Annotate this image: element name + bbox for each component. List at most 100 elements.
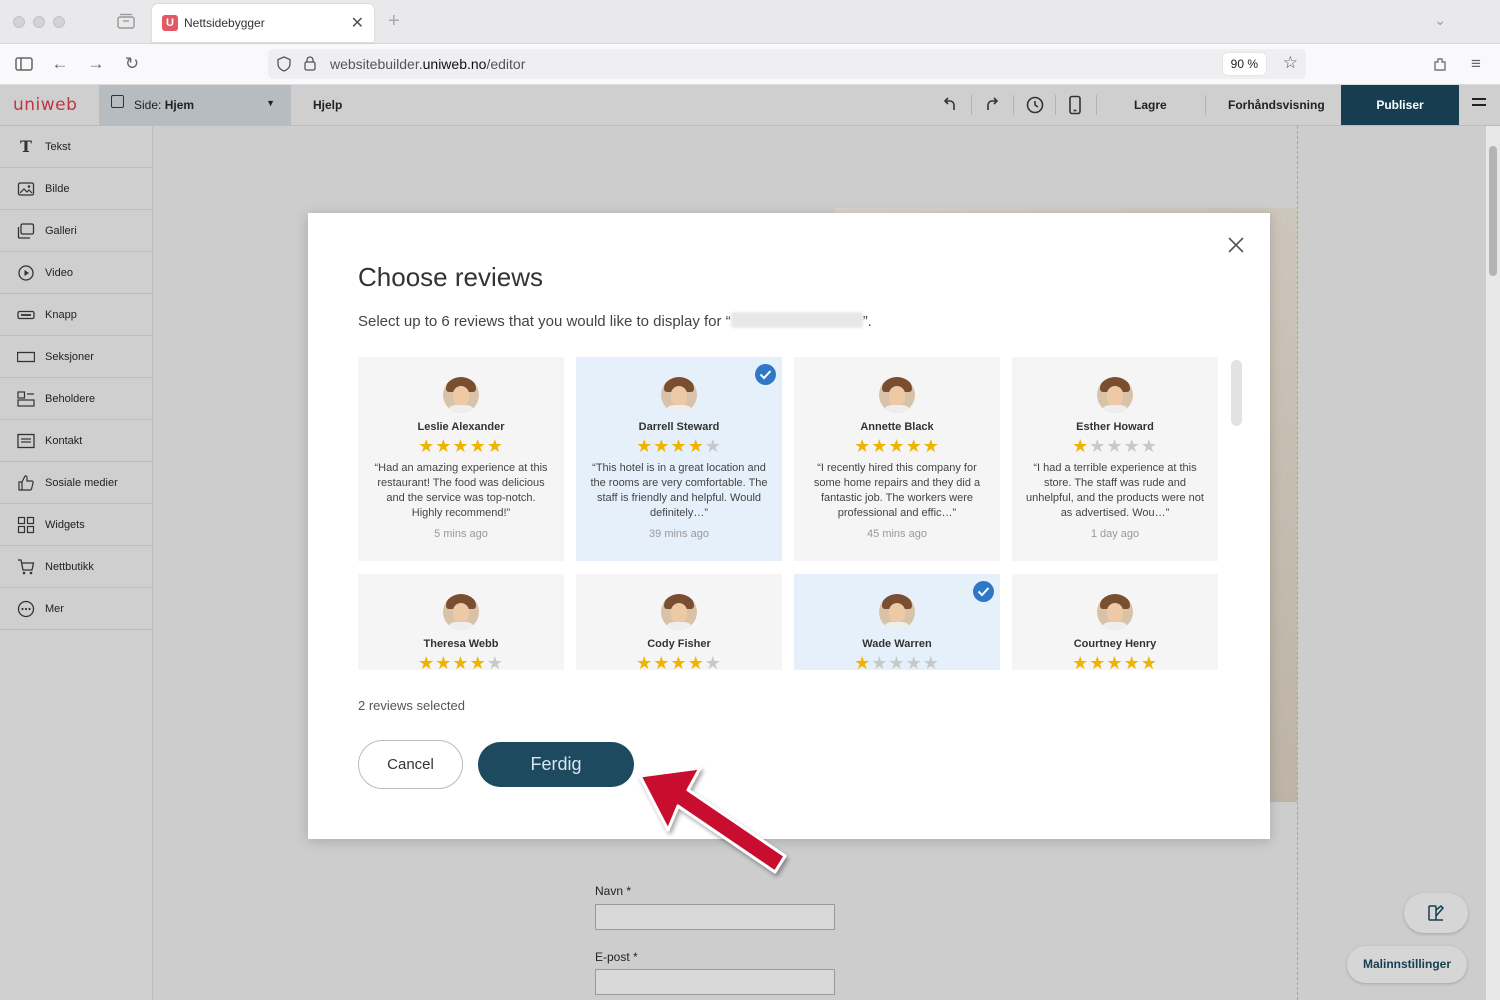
star-icon: ★	[854, 436, 872, 457]
canvas-scrollbar[interactable]	[1486, 126, 1500, 1000]
sidebar-item-sosiale-medier[interactable]: Sosiale medier	[0, 462, 152, 504]
tab-title: Nettsidebygger	[184, 16, 265, 30]
star-icon: ★	[435, 436, 453, 457]
history-icon[interactable]	[1024, 94, 1046, 116]
reviewer-name: Esther Howard	[1076, 421, 1154, 433]
review-card[interactable]: Cody Fisher ★★★★★	[576, 574, 782, 670]
app-menu-icon[interactable]: ≡	[1466, 54, 1486, 74]
template-settings-button[interactable]: Malinnstillinger	[1347, 946, 1467, 983]
close-icon[interactable]	[1226, 235, 1246, 255]
save-button[interactable]: Lagre	[1134, 98, 1167, 112]
forward-icon[interactable]: →	[86, 54, 106, 74]
url-text[interactable]: websitebuilder.uniweb.no/editor	[330, 56, 525, 72]
tab-close-icon[interactable]: ✕	[351, 13, 364, 33]
sidebar-item-nettbutikk[interactable]: Nettbutikk	[0, 546, 152, 588]
tab-favicon-icon: U	[162, 15, 178, 31]
star-icon: ★	[905, 653, 923, 671]
preview-button[interactable]: Forhåndsvisning	[1228, 98, 1325, 112]
browser-nav-bar: ← → ↻ websitebuilder.uniweb.no/editor 90…	[0, 44, 1500, 85]
star-icon: ★	[486, 653, 504, 671]
review-card[interactable]: Darrell Steward ★★★★★ “This hotel is in a …	[576, 357, 782, 561]
star-icon: ★	[452, 653, 470, 671]
star-icon: ★	[418, 436, 436, 457]
browser-tab[interactable]: U Nettsidebygger ✕	[152, 4, 374, 42]
review-card[interactable]: Wade Warren ★★★★★	[794, 574, 1000, 670]
sidebar-item-widgets[interactable]: Widgets	[0, 504, 152, 546]
sidebar-item-label: Sosiale medier	[45, 477, 118, 489]
publish-button[interactable]: Publiser	[1341, 85, 1459, 125]
subtitle-text: Select up to 6 reviews that you would li…	[358, 313, 731, 330]
review-card[interactable]: Esther Howard ★★★★★ “I had a terrible expe…	[1012, 357, 1218, 561]
tab-overview-icon[interactable]	[117, 13, 135, 29]
review-grid-scrollbar[interactable]	[1231, 360, 1242, 426]
form-name-input[interactable]	[595, 904, 835, 930]
review-time: 5 mins ago	[434, 528, 488, 540]
star-icon: ★	[687, 436, 705, 457]
reviewer-name: Theresa Webb	[423, 638, 499, 650]
sidebar-item-knapp[interactable]: Knapp	[0, 294, 152, 336]
scrollbar-thumb[interactable]	[1489, 146, 1497, 276]
address-bar[interactable]: websitebuilder.uniweb.no/editor 90 % ☆	[268, 49, 1306, 79]
window-zoom-dot[interactable]	[53, 16, 65, 28]
sidebar-item-bilde[interactable]: Bilde	[0, 168, 152, 210]
sidebar-toggle-icon[interactable]	[14, 54, 34, 74]
review-card[interactable]: Annette Black ★★★★★ “I recently hired this…	[794, 357, 1000, 561]
star-rating: ★★★★★	[576, 654, 782, 671]
lock-icon[interactable]	[303, 55, 317, 72]
page-selector[interactable]: Side: Hjem ▼	[99, 85, 291, 125]
window-minimize-dot[interactable]	[33, 16, 45, 28]
avatar	[661, 594, 697, 630]
star-icon: ★	[469, 436, 487, 457]
sidebar-item-seksjoner[interactable]: Seksjoner	[0, 336, 152, 378]
avatar	[1097, 377, 1133, 413]
star-icon: ★	[905, 436, 923, 457]
star-icon: ★	[1106, 653, 1124, 671]
back-icon[interactable]: ←	[50, 54, 70, 74]
review-card[interactable]: Theresa Webb ★★★★★	[358, 574, 564, 670]
cancel-button[interactable]: Cancel	[358, 740, 463, 789]
design-tools-button[interactable]	[1404, 893, 1468, 933]
hamburger-menu-icon[interactable]	[1472, 98, 1486, 112]
bookmark-star-icon[interactable]: ☆	[1283, 53, 1298, 73]
sidebar-item-galleri[interactable]: Galleri	[0, 210, 152, 252]
undo-icon[interactable]	[939, 94, 961, 116]
form-email-input[interactable]	[595, 969, 835, 995]
video-icon	[18, 265, 34, 281]
review-card[interactable]: Leslie Alexander ★★★★★ “Had an amazing exp…	[358, 357, 564, 561]
uniweb-logo: uniweb	[13, 95, 78, 115]
window-close-dot[interactable]	[13, 16, 25, 28]
star-icon: ★	[1072, 653, 1090, 671]
reviewer-name: Leslie Alexander	[417, 421, 505, 433]
caret-down-icon: ▼	[266, 98, 275, 108]
choose-reviews-modal: Choose reviews Select up to 6 reviews th…	[308, 213, 1270, 839]
star-rating: ★★★★★	[1012, 653, 1218, 671]
sidebar-item-video[interactable]: Video	[0, 252, 152, 294]
help-link[interactable]: Hjelp	[313, 98, 342, 112]
review-text: “I recently hired this company for some …	[813, 462, 981, 519]
star-icon: ★	[871, 653, 889, 671]
shield-icon[interactable]	[276, 56, 292, 72]
sidebar-item-beholdere[interactable]: Beholdere	[0, 378, 152, 420]
new-tab-icon[interactable]: +	[388, 10, 400, 33]
toolbar-divider	[971, 95, 972, 115]
tab-list-chevron-icon[interactable]: ⌄	[1434, 12, 1446, 29]
mobile-view-icon[interactable]	[1064, 94, 1086, 116]
reload-icon[interactable]: ↻	[122, 54, 142, 74]
zoom-level-badge[interactable]: 90 %	[1222, 53, 1266, 75]
star-icon: ★	[452, 436, 470, 457]
check-icon	[755, 364, 776, 385]
review-card[interactable]: Courtney Henry ★★★★★	[1012, 574, 1218, 670]
done-button[interactable]: Ferdig	[478, 742, 634, 787]
sidebar-item-mer[interactable]: Mer	[0, 588, 152, 630]
star-icon: ★	[888, 653, 906, 671]
sidebar-item-label: Mer	[45, 603, 64, 615]
blurred-business-name	[730, 312, 863, 328]
extensions-icon[interactable]	[1430, 54, 1450, 74]
sidebar-item-tekst[interactable]: T Tekst	[0, 126, 152, 168]
sidebar-item-kontakt[interactable]: Kontakt	[0, 420, 152, 462]
star-rating: ★★★★★	[576, 437, 782, 457]
avatar	[443, 377, 479, 413]
star-icon: ★	[653, 436, 671, 457]
star-icon: ★	[1089, 436, 1107, 457]
redo-icon[interactable]	[981, 94, 1003, 116]
